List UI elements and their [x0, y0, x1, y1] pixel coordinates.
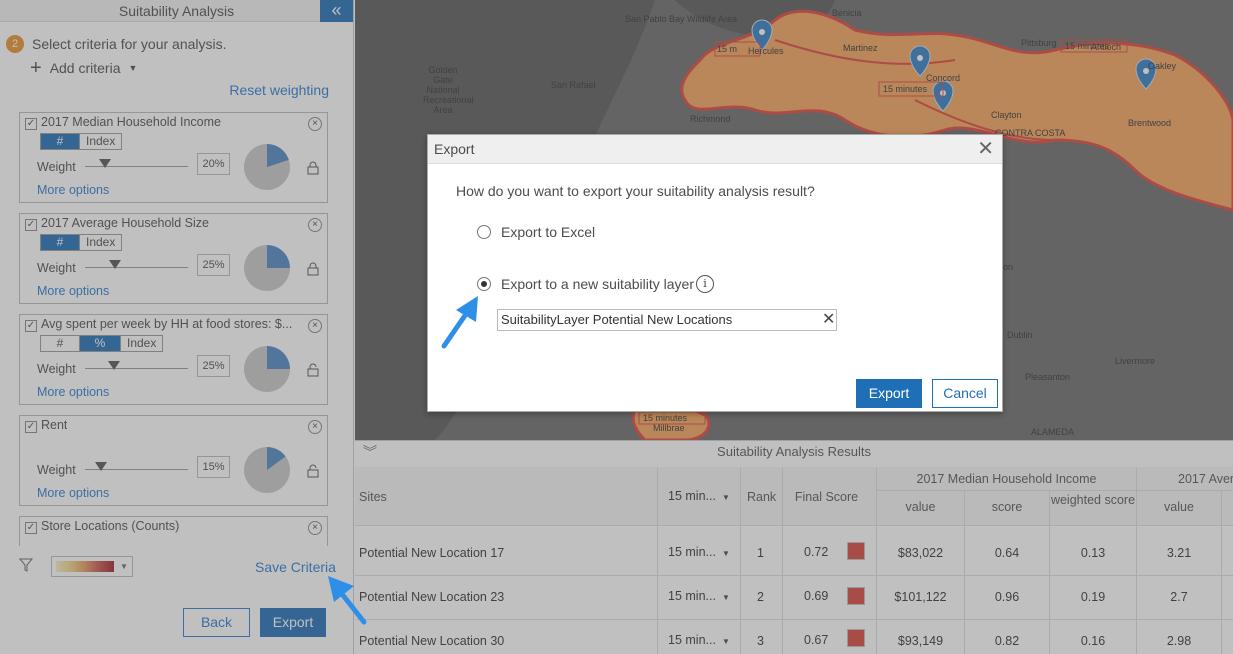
radio-label-layer[interactable]: Export to a new suitability layer — [501, 276, 694, 292]
radio-export-layer[interactable] — [477, 277, 491, 291]
close-icon[interactable]: ✕ — [977, 135, 994, 163]
dialog-title: Export — [434, 141, 475, 157]
clear-input-icon[interactable]: ✕ — [822, 310, 835, 330]
dialog-question: How do you want to export your suitabili… — [456, 183, 815, 199]
pointer-arrow-icon — [441, 296, 478, 349]
dialog-cancel-button[interactable]: Cancel — [932, 379, 998, 408]
dialog-export-button[interactable]: Export — [856, 379, 922, 408]
dialog-header: Export ✕ — [428, 135, 1002, 164]
radio-export-excel[interactable] — [477, 225, 491, 239]
info-icon[interactable]: i — [696, 275, 714, 293]
layer-name-input[interactable]: SuitabilityLayer Potential New Locations — [497, 309, 837, 331]
radio-label-excel[interactable]: Export to Excel — [501, 224, 595, 240]
export-dialog: Export ✕ How do you want to export your … — [427, 134, 1003, 412]
pointer-arrow-icon — [328, 576, 367, 625]
